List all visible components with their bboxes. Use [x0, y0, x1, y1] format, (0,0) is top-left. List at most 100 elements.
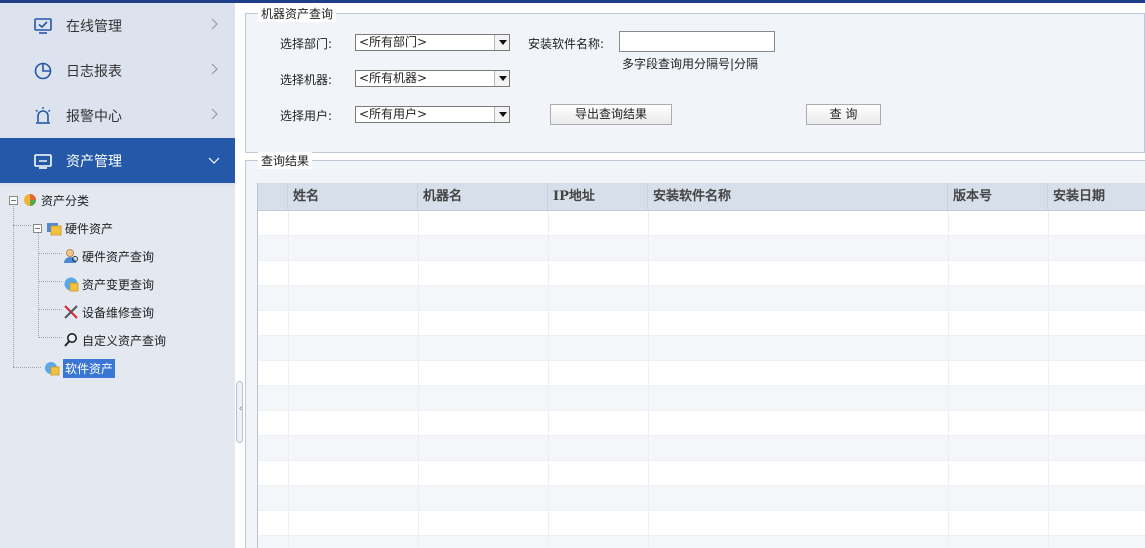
- row-number-header: [258, 183, 288, 211]
- tree-node-asset-category[interactable]: 资产分类: [22, 190, 89, 210]
- table-row: [258, 311, 1145, 336]
- user-label: 选择用户:: [280, 109, 333, 123]
- chevron-left-icon: ‹: [238, 404, 243, 414]
- table-row: [258, 461, 1145, 486]
- tree-label: 硬件资产查询: [82, 249, 155, 264]
- table-row: [258, 361, 1145, 386]
- tree-node-repair-query[interactable]: 设备维修查询: [63, 302, 154, 322]
- column-header-ip[interactable]: IP地址: [548, 183, 648, 211]
- tree-node-hardware-assets[interactable]: 硬件资产: [46, 218, 113, 238]
- results-table: 姓名 机器名 IP地址 安装软件名称 版本号 安装日期: [257, 183, 1145, 548]
- column-header-name[interactable]: 姓名: [288, 183, 418, 211]
- table-row: [258, 386, 1145, 411]
- department-select[interactable]: <所有部门>: [355, 34, 510, 51]
- dropdown-arrow-icon: [494, 71, 509, 86]
- tree-connector: [38, 281, 62, 282]
- column-divider: [948, 211, 949, 548]
- folder-category-icon: [22, 192, 38, 208]
- sidebar-splitter[interactable]: ‹: [235, 3, 243, 548]
- nav-item-online-management[interactable]: 在线管理: [0, 3, 235, 48]
- nav-item-asset-management[interactable]: 资产管理: [0, 138, 235, 183]
- column-header-software[interactable]: 安装软件名称: [648, 183, 948, 211]
- table-row: [258, 336, 1145, 361]
- chevron-right-icon: [211, 63, 218, 75]
- asset-change-icon: [63, 276, 79, 292]
- tree-label: 资产变更查询: [82, 277, 155, 292]
- collapse-toggle[interactable]: −: [33, 224, 42, 233]
- department-label: 选择部门:: [280, 37, 333, 51]
- dropdown-arrow-icon: [494, 35, 509, 50]
- machine-select[interactable]: <所有机器>: [355, 70, 510, 87]
- query-button[interactable]: 查 询: [806, 104, 881, 125]
- table-row: [258, 261, 1145, 286]
- asset-tree: − 资产分类 − 硬件资产 硬件资产查询 资产变更查询 设备维修查询 自定义资产…: [0, 186, 235, 548]
- tree-label: 资产分类: [41, 193, 90, 208]
- tree-node-custom-asset-query[interactable]: 自定义资产查询: [63, 330, 166, 350]
- tree-connector: [38, 253, 62, 254]
- query-panel: 机器资产查询 选择部门: <所有部门> 安装软件名称: 多字段查询用分隔号|分隔…: [245, 5, 1145, 153]
- tree-label: 硬件资产: [65, 221, 114, 236]
- collapse-sidebar-handle[interactable]: ‹: [236, 381, 243, 443]
- chevron-down-icon: [208, 157, 220, 164]
- nav-item-alarm-center[interactable]: 报警中心: [0, 93, 235, 138]
- table-row: [258, 411, 1145, 436]
- tree-connector: [38, 232, 39, 338]
- nav-label: 在线管理: [66, 18, 122, 35]
- nav-label: 报警中心: [66, 108, 122, 125]
- column-divider: [288, 211, 289, 548]
- table-row: [258, 536, 1145, 548]
- nav-label: 资产管理: [66, 153, 122, 170]
- nav-label: 日志报表: [66, 63, 122, 80]
- table-header: 姓名 机器名 IP地址 安装软件名称 版本号 安装日期: [258, 183, 1145, 211]
- nav-item-log-reports[interactable]: 日志报表: [0, 48, 235, 93]
- screen-icon: [33, 151, 53, 171]
- tree-connector: [13, 367, 41, 368]
- tree-connector: [38, 337, 62, 338]
- user-select[interactable]: <所有用户>: [355, 106, 510, 123]
- pie-chart-icon: [33, 61, 53, 81]
- dropdown-arrow-icon: [494, 107, 509, 122]
- sidebar: 在线管理 日志报表 报警中心 资产管理 − 资产分类 − 硬件资产 硬件资产查询…: [0, 3, 235, 548]
- query-panel-title: 机器资产查询: [258, 5, 337, 22]
- table-row: [258, 486, 1145, 511]
- tree-node-hardware-asset-query[interactable]: 硬件资产查询: [63, 246, 154, 266]
- user-search-icon: [63, 248, 79, 264]
- chevron-right-icon: [211, 18, 218, 30]
- tree-connector: [13, 225, 31, 226]
- department-select-value: <所有部门>: [359, 35, 428, 49]
- results-panel-title: 查询结果: [258, 152, 313, 169]
- software-name-input[interactable]: [619, 31, 775, 52]
- column-header-machine[interactable]: 机器名: [418, 183, 548, 211]
- column-header-version[interactable]: 版本号: [948, 183, 1048, 211]
- column-divider: [1048, 211, 1049, 548]
- user-select-value: <所有用户>: [359, 107, 428, 121]
- table-row: [258, 211, 1145, 236]
- alarm-light-icon: [33, 106, 53, 126]
- software-name-label: 安装软件名称:: [528, 37, 605, 51]
- collapse-toggle[interactable]: −: [9, 196, 18, 205]
- tree-connector: [38, 309, 62, 310]
- table-row: [258, 286, 1145, 311]
- export-results-button[interactable]: 导出查询结果: [550, 104, 672, 125]
- hardware-asset-icon: [46, 220, 62, 236]
- monitor-check-icon: [33, 16, 53, 36]
- table-row: [258, 436, 1145, 461]
- tree-connector: [13, 203, 14, 367]
- tree-label-selected: 软件资产: [63, 358, 116, 378]
- magnifier-icon: [63, 332, 79, 348]
- machine-label: 选择机器:: [280, 73, 333, 87]
- column-divider: [648, 211, 649, 548]
- tree-node-software-assets[interactable]: 软件资产: [44, 358, 116, 378]
- machine-select-value: <所有机器>: [359, 71, 428, 85]
- software-asset-icon: [44, 360, 60, 376]
- column-header-install-date[interactable]: 安装日期: [1048, 183, 1145, 211]
- tree-node-asset-change-query[interactable]: 资产变更查询: [63, 274, 154, 294]
- chevron-right-icon: [211, 108, 218, 120]
- tree-label: 自定义资产查询: [82, 333, 167, 348]
- main-panel: 机器资产查询 选择部门: <所有部门> 安装软件名称: 多字段查询用分隔号|分隔…: [245, 3, 1145, 548]
- software-name-hint: 多字段查询用分隔号|分隔: [622, 57, 759, 71]
- table-row: [258, 236, 1145, 261]
- table-row: [258, 511, 1145, 536]
- column-divider: [548, 211, 549, 548]
- column-divider: [418, 211, 419, 548]
